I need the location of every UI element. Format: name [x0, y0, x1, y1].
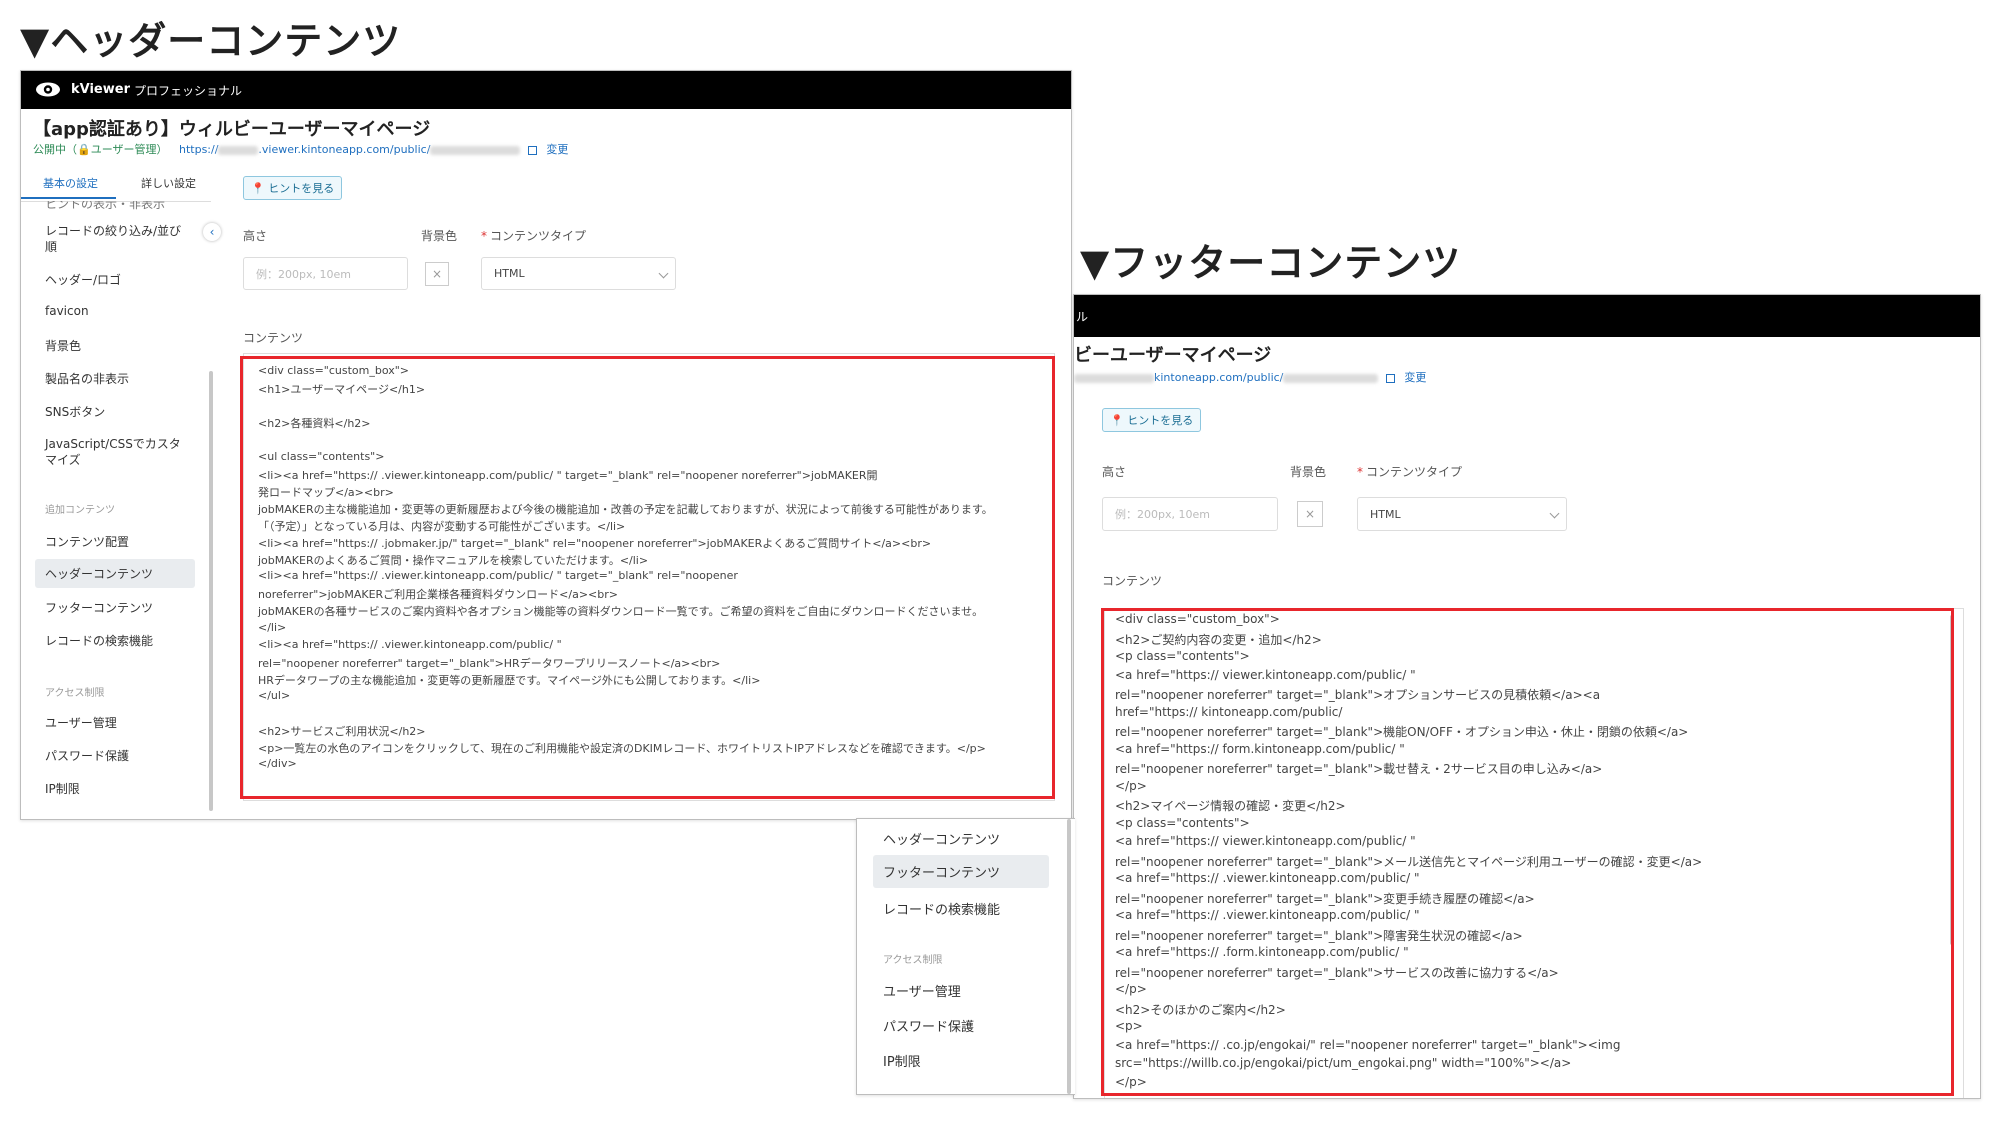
- eye-logo-icon: [36, 82, 60, 97]
- pin-icon: 📍: [1110, 414, 1124, 427]
- content-label: コンテンツ: [243, 331, 304, 345]
- sidebar-group-access: アクセス制限: [883, 955, 943, 966]
- sidebar-item-ip[interactable]: IP制限: [45, 780, 80, 797]
- sidebar-item-ip[interactable]: IP制限: [883, 1051, 921, 1070]
- settings-sidebar: ヒントの表示・非表示 レコードの絞り込み/並び順 ヘッダー/ロゴ favicon…: [35, 201, 205, 819]
- footer-sidebar-fragment: ヘッダーコンテンツ フッターコンテンツ レコードの検索機能 アクセス制限 ユーザ…: [856, 818, 1075, 1095]
- url-row: 公開中（🔒ユーザー管理） https://.viewer.kintoneapp.…: [33, 141, 568, 157]
- footer-content-type-label: * コンテンツタイプ: [1357, 465, 1463, 479]
- edition-label: プロフェッショナル: [134, 84, 243, 98]
- external-link-icon[interactable]: [1385, 373, 1395, 383]
- app-topbar: kViewer プロフェッショナル: [21, 71, 1071, 109]
- footer-content-type-select[interactable]: HTML: [1357, 497, 1567, 531]
- sidebar-item-background[interactable]: 背景色: [45, 337, 81, 354]
- active-tab-underline: [21, 197, 116, 199]
- footer-background-label: 背景色: [1290, 465, 1327, 479]
- required-mark: *: [1357, 465, 1363, 479]
- sidebar-item-header-content[interactable]: ヘッダーコンテンツ: [35, 559, 195, 588]
- tab-basic-settings[interactable]: 基本の設定: [43, 175, 98, 191]
- sidebar-item-user-management[interactable]: ユーザー管理: [45, 714, 117, 731]
- footer-sidebar-scrollbar[interactable]: [1067, 819, 1071, 1094]
- sidebar-item-password[interactable]: パスワード保護: [883, 1016, 974, 1035]
- footer-hint-button[interactable]: 📍 ヒントを見る: [1102, 408, 1202, 432]
- sidebar-item-record-search[interactable]: レコードの検索機能: [45, 632, 153, 649]
- sidebar-item-sns[interactable]: SNSボタン: [45, 403, 105, 420]
- app-topbar-clipped: ル: [1074, 295, 1980, 337]
- hint-button[interactable]: 📍 ヒントを見る: [243, 176, 343, 200]
- public-url-link[interactable]: https://.viewer.kintoneapp.com/public/: [179, 143, 521, 156]
- sidebar-item-header-logo[interactable]: ヘッダー/ロゴ: [45, 271, 121, 288]
- footer-height-label: 高さ: [1102, 465, 1127, 479]
- footer-highlight-frame: [1101, 608, 1954, 1096]
- footer-height-input[interactable]: 例：200px, 10em: [1102, 497, 1278, 531]
- app-name: kViewer: [71, 82, 130, 97]
- sidebar-group-access: アクセス制限: [45, 688, 105, 699]
- height-label: 高さ: [243, 229, 268, 243]
- sidebar-item-footer-content[interactable]: フッターコンテンツ: [873, 855, 1049, 888]
- sidebar-item-content-layout[interactable]: コンテンツ配置: [45, 533, 129, 550]
- pin-icon: 📍: [251, 182, 265, 195]
- collapse-sidebar-button[interactable]: ‹: [203, 223, 221, 241]
- external-link-icon[interactable]: [527, 145, 537, 155]
- footer-page-title: ビーユーザーマイページ: [1074, 345, 1272, 366]
- sidebar-item-record-search[interactable]: レコードの検索機能: [883, 899, 1000, 918]
- status-label: 公開中（🔒ユーザー管理）: [33, 143, 168, 156]
- sidebar-item-user-management[interactable]: ユーザー管理: [883, 981, 961, 1000]
- sidebar-group-additional: 追加コンテンツ: [45, 505, 115, 516]
- change-url-link[interactable]: 変更: [546, 143, 568, 156]
- footer-screenshot-panel: ル ビーユーザーマイページ kintoneapp.com/public/ 変更 …: [1073, 294, 1981, 1099]
- tab-detail-settings[interactable]: 詳しい設定: [141, 175, 196, 191]
- background-color-picker[interactable]: ×: [425, 262, 449, 286]
- content-type-select[interactable]: HTML: [481, 257, 676, 290]
- footer-change-url-link[interactable]: 変更: [1404, 371, 1426, 384]
- height-input[interactable]: 例：200px, 10em: [243, 257, 408, 290]
- header-highlight-frame: [240, 356, 1055, 799]
- chevron-down-icon: [1549, 508, 1560, 519]
- footer-background-color-picker[interactable]: ×: [1297, 501, 1323, 527]
- background-label: 背景色: [421, 229, 458, 243]
- required-mark: *: [481, 229, 487, 243]
- chevron-down-icon: [658, 268, 669, 278]
- footer-sidebar: ヘッダーコンテンツ フッターコンテンツ レコードの検索機能 アクセス制限 ユーザ…: [873, 829, 1063, 1089]
- header-screenshot-panel: kViewer プロフェッショナル 【app認証あり】ウィルビーユーザーマイペー…: [20, 70, 1072, 820]
- footer-url-row: kintoneapp.com/public/ 変更: [1074, 369, 1426, 385]
- sidebar-item-favicon[interactable]: favicon: [45, 304, 89, 318]
- topbar-clipped-text: ル: [1076, 310, 1089, 324]
- clear-icon: ×: [431, 267, 443, 281]
- sidebar-item-footer-content[interactable]: フッターコンテンツ: [45, 599, 153, 616]
- sidebar-item-header-content[interactable]: ヘッダーコンテンツ: [883, 829, 1000, 848]
- clear-icon: ×: [1304, 507, 1316, 521]
- footer-public-url-link[interactable]: kintoneapp.com/public/: [1074, 371, 1379, 384]
- header-section-heading: ▼ヘッダーコンテンツ: [20, 19, 402, 63]
- content-type-label: * コンテンツタイプ: [481, 229, 587, 243]
- sidebar-item-hide-product[interactable]: 製品名の非表示: [45, 370, 129, 387]
- page-title: 【app認証あり】ウィルビーユーザーマイページ: [33, 119, 431, 140]
- sidebar-item-filter-sort[interactable]: レコードの絞り込み/並び順: [45, 223, 185, 255]
- sidebar-item-js-css[interactable]: JavaScript/CSSでカスタマイズ: [45, 436, 185, 468]
- sidebar-item-password[interactable]: パスワード保護: [45, 747, 129, 764]
- footer-section-heading: ▼フッターコンテンツ: [1080, 241, 1462, 285]
- footer-content-label: コンテンツ: [1102, 574, 1163, 588]
- sidebar-scrollbar[interactable]: [209, 371, 213, 811]
